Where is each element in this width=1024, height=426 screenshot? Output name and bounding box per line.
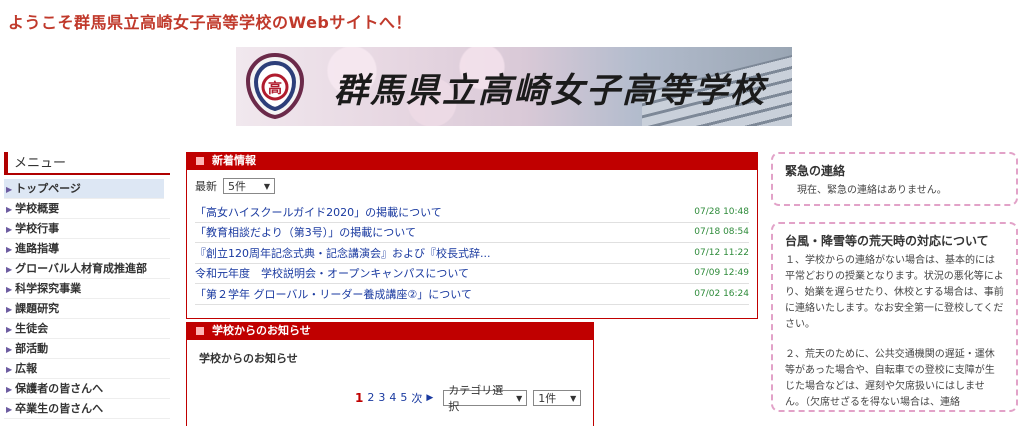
menu-item[interactable]: ▶ 科学探究事業 <box>4 279 170 299</box>
school-emblem-icon: 高 <box>245 52 305 120</box>
menu-item-label: 学校行事 <box>15 222 60 235</box>
menu-item[interactable]: ▶ 学校行事 <box>4 219 170 239</box>
menu-item[interactable]: ▶ 学校概要 <box>4 199 170 219</box>
news-date: 07/12 11:22 <box>694 247 749 258</box>
page-link[interactable]: 5 <box>400 391 407 405</box>
news-date: 07/09 12:49 <box>694 268 749 279</box>
news-row: 「高女ハイスクールガイド2020」の掲載について 07/28 10:48 <box>195 202 749 223</box>
news-link[interactable]: 『創立120周年記念式典・記念講演会』および『校長式辞... <box>195 245 490 261</box>
menu-item[interactable]: ▶ 進路指導 <box>4 239 170 259</box>
menu-item[interactable]: ▶ グローバル人材育成推進部 <box>4 259 170 279</box>
news-link[interactable]: 「教育相談だより（第3号）」の掲載について <box>195 224 416 240</box>
news-list: 「高女ハイスクールガイド2020」の掲載について 07/28 10:48 「教育相談… <box>195 202 749 305</box>
menu-item-label: 保護者の皆さんへ <box>15 382 104 395</box>
menu-item[interactable]: ▶ 広報 <box>4 359 170 379</box>
menu-item-label: 生徒会 <box>15 322 49 335</box>
notice-title: 学校からのお知らせ <box>186 322 594 340</box>
notice-count-select[interactable]: 1件 ▼ <box>533 390 582 406</box>
menu-item-label: 進路指導 <box>15 242 60 255</box>
side-menu: メニュー ▶ トップページ ▶ 学校概要 ▶ 学校行事 ▶ 進路指導 ▶ グローバル人材育成推進部… <box>0 152 170 419</box>
news-row: 「教育相談だより（第3号）」の掲載について 07/18 08:54 <box>195 223 749 243</box>
news-row: 「第２学年 グローバル・リーダー養成講座②」について 07/02 16:24 <box>195 284 749 305</box>
notice-panel: 学校からのお知らせ 学校からのお知らせ 12345 次 ▶ カテゴリ選択 ▼ 1件… <box>186 322 594 426</box>
chevron-down-icon: ▼ <box>570 393 577 403</box>
menu-item-label: 卒業生の皆さんへ <box>15 402 104 415</box>
menu-item[interactable]: ▶ 課題研究 <box>4 299 170 319</box>
triangle-bullet-icon: ▶ <box>6 225 13 234</box>
menu-item[interactable]: ▶ 部活動 <box>4 339 170 359</box>
triangle-bullet-icon: ▶ <box>6 385 13 394</box>
latest-label: 最新 <box>195 180 217 193</box>
emergency-text: 現在、緊急の連絡はありません。 <box>797 185 947 196</box>
menu-item-label: 広報 <box>15 362 38 375</box>
news-link[interactable]: 「高女ハイスクールガイド2020」の掲載について <box>195 204 442 220</box>
menu-item[interactable]: ▶ 保護者の皆さんへ <box>4 379 170 399</box>
page-link[interactable]: 3 <box>378 391 385 405</box>
triangle-bullet-icon: ▶ <box>6 205 13 214</box>
notice-heading: 学校からのお知らせ <box>199 352 298 365</box>
page-link[interactable]: 4 <box>389 391 396 405</box>
school-name: 群馬県立高崎女子高等学校 <box>334 71 766 111</box>
pager: 12345 次 ▶ カテゴリ選択 ▼ 1件 ▼ <box>355 384 582 413</box>
news-count-select[interactable]: 5件 ▼ <box>223 178 275 194</box>
menu-item-label: 部活動 <box>15 342 49 355</box>
school-banner[interactable]: 高 群馬県立高崎女子高等学校 <box>236 47 792 126</box>
emergency-box: 緊急の連絡 現在、緊急の連絡はありません。 <box>771 152 1018 206</box>
triangle-bullet-icon: ▶ <box>6 365 13 374</box>
chevron-down-icon: ▼ <box>263 181 270 191</box>
page-link[interactable]: 2 <box>367 391 374 405</box>
menu-item-label: トップページ <box>15 182 81 195</box>
menu-list: ▶ トップページ ▶ 学校概要 ▶ 学校行事 ▶ 進路指導 ▶ グローバル人材育成推進部 ▶ 科学探究… <box>0 179 170 419</box>
next-link[interactable]: 次 <box>411 390 422 406</box>
triangle-bullet-icon: ▶ <box>6 345 13 354</box>
menu-item-label: 課題研究 <box>15 302 60 315</box>
typhoon-box: 台風・降雪等の荒天時の対応について １、学校からの連絡がない場合は、基本的には平… <box>771 222 1018 412</box>
typhoon-para-1: １、学校からの連絡がない場合は、基本的には平常どおりの授業となります。状況の悪化… <box>785 255 1004 330</box>
typhoon-para-2: ２、荒天のために、公共交通機関の遅延・運休等があった場合や、自転車での登校に支障… <box>785 349 995 408</box>
menu-title: メニュー <box>4 152 170 175</box>
menu-item[interactable]: ▶ 卒業生の皆さんへ <box>4 399 170 419</box>
emergency-title: 緊急の連絡 <box>785 164 846 178</box>
triangle-bullet-icon: ▶ <box>6 325 13 334</box>
news-row: 『創立120周年記念式典・記念講演会』および『校長式辞... 07/12 11:2… <box>195 243 749 264</box>
menu-item-label: 学校概要 <box>15 202 60 215</box>
news-title: 新着情報 <box>186 152 758 170</box>
news-row: 令和元年度 学校説明会・オープンキャンパスについて 07/09 12:49 <box>195 264 749 284</box>
news-date: 07/02 16:24 <box>694 288 749 299</box>
news-link[interactable]: 令和元年度 学校説明会・オープンキャンパスについて <box>195 265 469 281</box>
next-arrow-icon[interactable]: ▶ <box>426 393 433 403</box>
emblem-char: 高 <box>268 80 282 97</box>
triangle-bullet-icon: ▶ <box>6 285 13 294</box>
triangle-bullet-icon: ▶ <box>6 265 13 274</box>
page-current[interactable]: 1 <box>355 391 363 405</box>
triangle-bullet-icon: ▶ <box>6 405 13 414</box>
typhoon-title: 台風・降雪等の荒天時の対応について <box>785 234 989 248</box>
news-link[interactable]: 「第２学年 グローバル・リーダー養成講座②」について <box>195 286 472 302</box>
triangle-bullet-icon: ▶ <box>6 245 13 254</box>
chevron-down-icon: ▼ <box>516 393 523 403</box>
welcome-heading: ようこそ群馬県立高崎女子高等学校のWebサイトへ！ <box>8 13 412 32</box>
news-date: 07/28 10:48 <box>694 206 749 217</box>
menu-item-label: 科学探究事業 <box>15 282 82 295</box>
news-panel: 新着情報 最新 5件 ▼ 「高女ハイスクールガイド2020」の掲載について 07/2… <box>186 152 758 319</box>
menu-item-label: グローバル人材育成推進部 <box>15 262 148 275</box>
news-date: 07/18 08:54 <box>694 227 749 238</box>
triangle-bullet-icon: ▶ <box>6 305 13 314</box>
triangle-bullet-icon: ▶ <box>6 185 13 194</box>
category-select[interactable]: カテゴリ選択 ▼ <box>443 384 528 413</box>
menu-item[interactable]: ▶ 生徒会 <box>4 319 170 339</box>
menu-item[interactable]: ▶ トップページ <box>4 179 164 199</box>
